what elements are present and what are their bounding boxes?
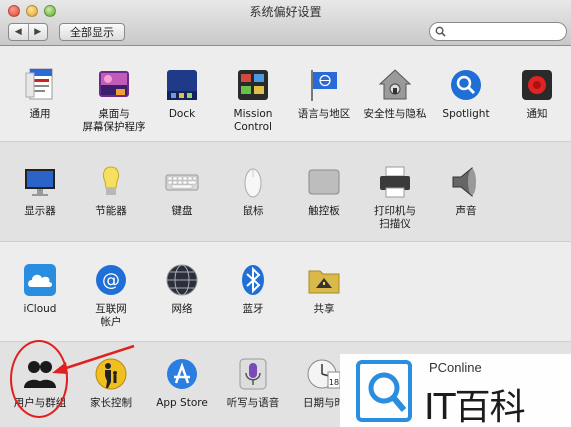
globe-icon xyxy=(166,264,198,296)
search-icon xyxy=(435,26,446,37)
pref-internet-accounts[interactable]: @ 互联网 帐户 xyxy=(75,262,147,329)
pref-label: 触控板 xyxy=(308,205,340,217)
pref-label: Mission Control xyxy=(233,108,273,133)
flag-icon xyxy=(311,70,337,101)
show-all-button[interactable]: 全部显示 xyxy=(59,23,125,41)
pref-label: Spotlight xyxy=(442,108,490,120)
svg-text:18: 18 xyxy=(329,378,339,387)
pref-label: iCloud xyxy=(23,303,57,315)
back-button[interactable]: ◀ xyxy=(9,24,28,40)
bulb-icon xyxy=(102,166,120,195)
pref-label: 共享 xyxy=(313,303,335,315)
pref-label: 显示器 xyxy=(24,205,56,217)
forward-button[interactable]: ▶ xyxy=(27,24,48,40)
watermark: PConline IT百科 xyxy=(340,354,571,427)
pref-security-privacy[interactable]: 安全性与隐私 xyxy=(359,67,431,121)
pref-energy-saver[interactable]: 节能器 xyxy=(75,164,147,218)
nav-button-group: ◀ ▶ xyxy=(8,23,48,41)
file-icon xyxy=(25,68,53,100)
pref-sharing[interactable]: 共享 xyxy=(288,262,360,316)
pref-dock[interactable]: Dock xyxy=(146,67,218,121)
pref-label: 通用 xyxy=(29,108,51,120)
printer-icon xyxy=(380,166,410,198)
at-icon: @ xyxy=(96,265,126,295)
row-personal: 通用 桌面与 屏幕保护程序 Dock Mission Control 语言与地区… xyxy=(0,47,571,142)
row-hardware: 显示器 节能器 键盘 鼠标 触控板 打印机与 扫描仪 声音 xyxy=(0,142,571,242)
folder-icon xyxy=(308,270,340,294)
pref-app-store[interactable]: App Store xyxy=(146,356,218,410)
pref-mouse[interactable]: 鼠标 xyxy=(217,164,289,218)
magnifier-icon xyxy=(451,70,481,100)
pref-trackpad[interactable]: 触控板 xyxy=(288,164,360,218)
mission-control-icon xyxy=(238,70,268,100)
pref-sound[interactable]: 声音 xyxy=(430,164,502,218)
pref-spotlight[interactable]: Spotlight xyxy=(430,67,502,121)
pref-bluetooth[interactable]: 蓝牙 xyxy=(217,262,289,316)
svg-text:@: @ xyxy=(102,270,120,291)
pref-printers-scanners[interactable]: 打印机与 扫描仪 xyxy=(359,164,431,231)
appstore-icon xyxy=(167,359,197,389)
watermark-text: IT百科 xyxy=(424,387,526,427)
pref-label: 家长控制 xyxy=(90,397,132,409)
search-input[interactable] xyxy=(448,24,560,39)
keyboard-icon xyxy=(165,174,199,191)
pref-label: 网络 xyxy=(171,303,193,315)
window-title: 系统偏好设置 xyxy=(249,5,322,19)
house-icon xyxy=(378,69,412,100)
pref-dictation-speech[interactable]: 听写与语音 xyxy=(217,356,289,410)
dock-icon xyxy=(167,70,197,100)
cloud-icon xyxy=(24,264,56,296)
speaker-icon xyxy=(452,166,476,198)
notification-icon xyxy=(522,70,552,100)
watermark-brand: PConline xyxy=(429,360,482,375)
bluetooth-icon xyxy=(242,265,264,295)
pref-label: 打印机与 扫描仪 xyxy=(374,205,416,230)
clock-icon: 18 xyxy=(307,359,341,389)
pref-label: 语言与地区 xyxy=(297,108,351,120)
search-field[interactable] xyxy=(429,22,567,41)
microphone-icon xyxy=(239,358,267,390)
pref-label: 节能器 xyxy=(95,205,127,217)
pref-mission-control[interactable]: Mission Control xyxy=(217,67,289,134)
pref-label: 通知 xyxy=(526,108,548,120)
annotation-arrow xyxy=(52,344,135,374)
display-icon xyxy=(25,169,55,196)
pref-desktop-screensaver[interactable]: 桌面与 屏幕保护程序 xyxy=(78,67,150,134)
pref-label: 鼠标 xyxy=(242,205,264,217)
pref-network[interactable]: 网络 xyxy=(146,262,218,316)
pref-label: 桌面与 屏幕保护程序 xyxy=(82,108,146,133)
toolbar: 系统偏好设置 ◀ ▶ 全部显示 xyxy=(0,0,571,46)
pref-icloud[interactable]: iCloud xyxy=(4,262,76,316)
pref-notifications[interactable]: 通知 xyxy=(501,67,571,121)
trackpad-icon xyxy=(308,169,340,195)
pref-displays[interactable]: 显示器 xyxy=(4,164,76,218)
pref-general[interactable]: 通用 xyxy=(4,67,76,121)
pref-label: 蓝牙 xyxy=(242,303,264,315)
pref-label: App Store xyxy=(156,397,208,409)
pref-keyboard[interactable]: 键盘 xyxy=(146,164,218,218)
system-preferences-window: 系统偏好设置 ◀ ▶ 全部显示 通用 桌面与 屏幕保护程序 Dock Missi… xyxy=(0,0,571,427)
watermark-logo-icon xyxy=(356,360,412,422)
desktop-icon xyxy=(99,71,129,97)
mouse-icon xyxy=(244,168,262,198)
pref-label: 安全性与隐私 xyxy=(363,108,427,120)
row-internet: iCloud @ 互联网 帐户 网络 蓝牙 共享 xyxy=(0,242,571,342)
pref-label: Dock xyxy=(168,108,196,120)
pref-label: 键盘 xyxy=(171,205,193,217)
pref-language-region[interactable]: 语言与地区 xyxy=(288,67,360,121)
pref-label: 声音 xyxy=(455,205,477,217)
pref-label: 互联网 帐户 xyxy=(95,303,127,328)
pref-label: 听写与语音 xyxy=(226,397,280,409)
